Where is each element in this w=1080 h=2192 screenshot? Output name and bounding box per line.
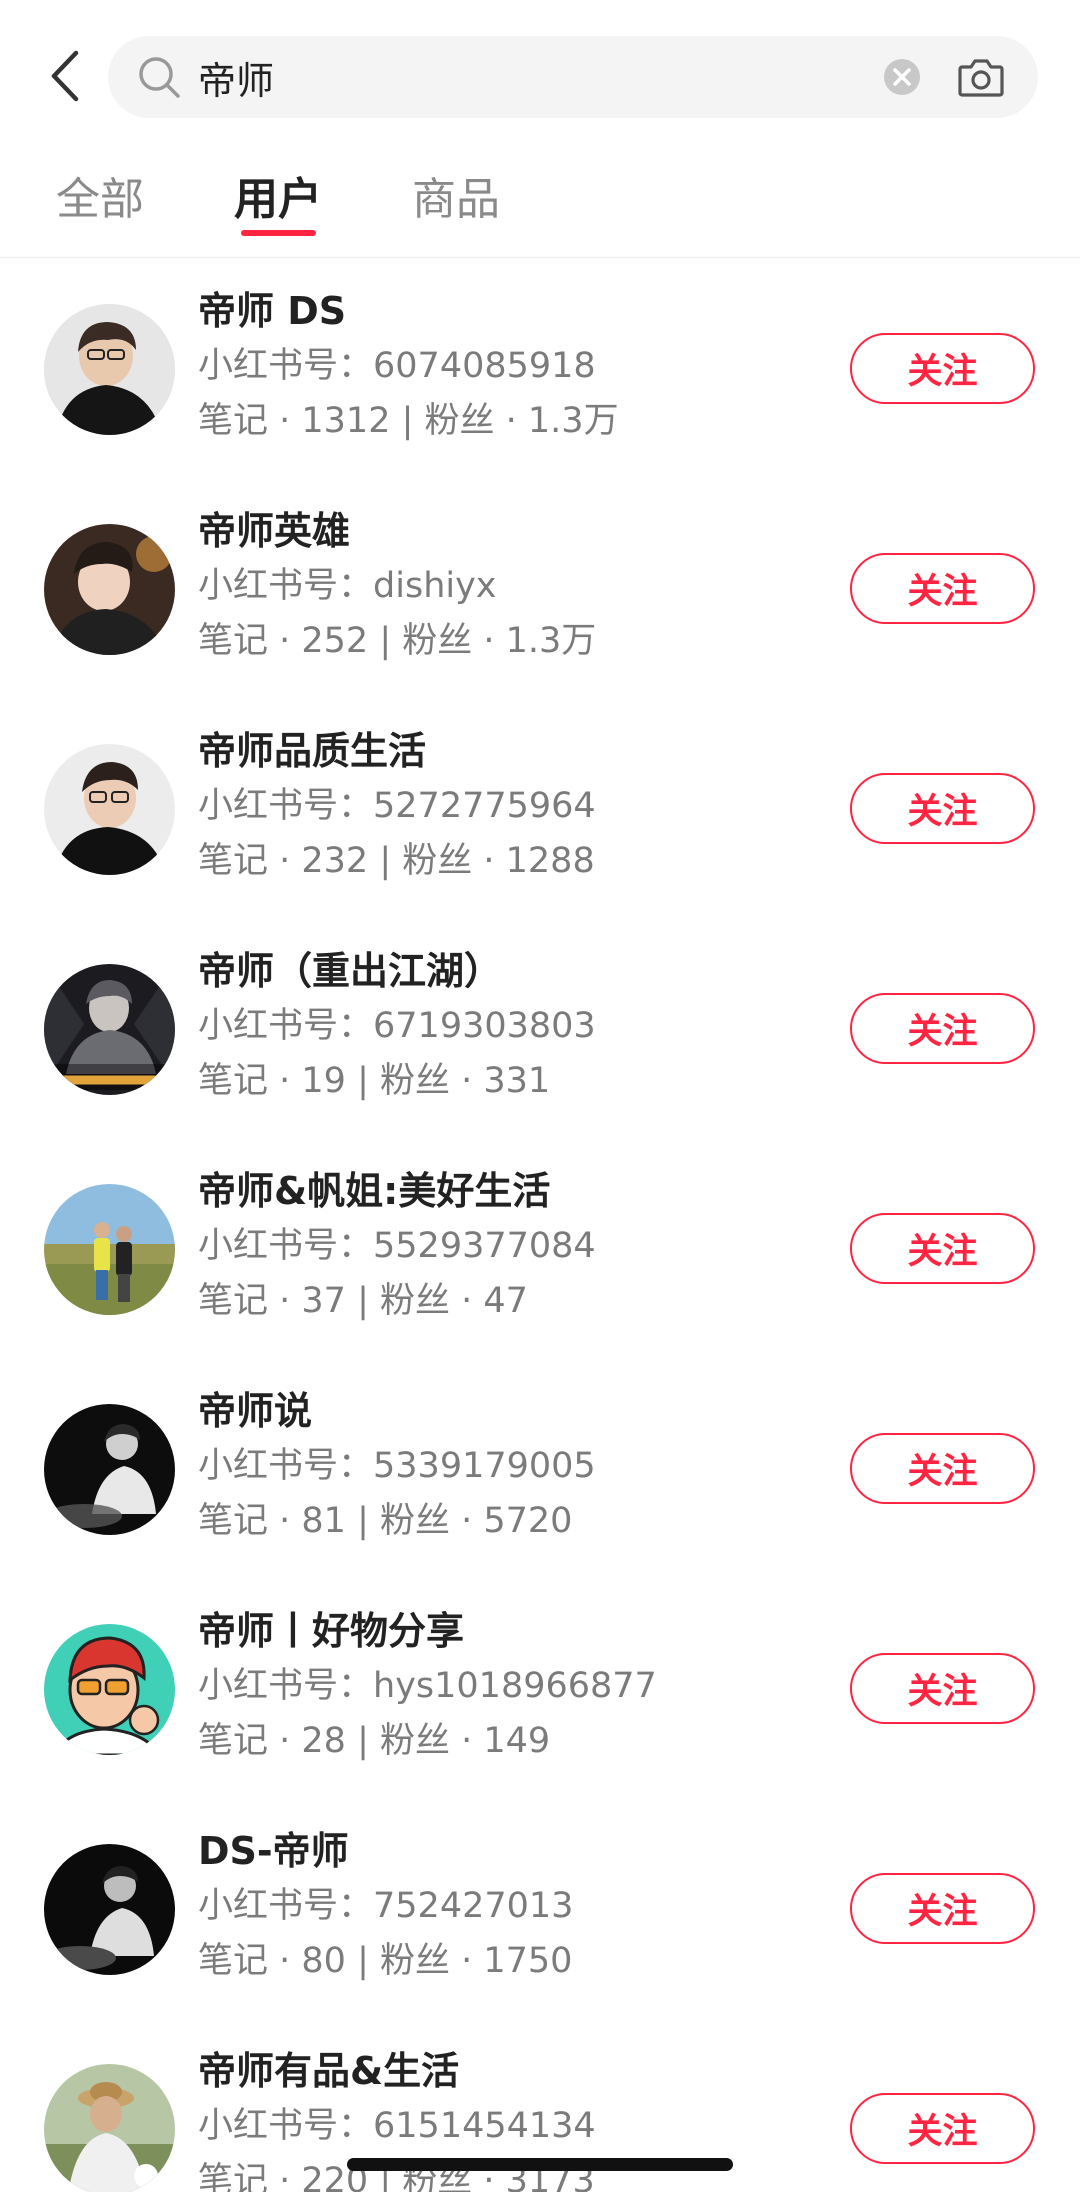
tab-all[interactable]: 全部 bbox=[56, 170, 144, 230]
user-name: 帝师 DS bbox=[198, 289, 347, 333]
tab-products[interactable]: 商品 bbox=[412, 170, 500, 230]
stats-line: 笔记 · 81 | 粉丝 · 5720 bbox=[198, 1501, 573, 1541]
stats-line: 笔记 · 28 | 粉丝 · 149 bbox=[198, 1721, 551, 1761]
user-list: 帝师 DS 小红书号：6074085918 笔记 · 1312 | 粉丝 · 1… bbox=[0, 258, 1080, 2192]
user-row[interactable]: 帝师 DS 小红书号：6074085918 笔记 · 1312 | 粉丝 · 1… bbox=[0, 258, 1080, 478]
notes-count: 37 bbox=[301, 1281, 346, 1321]
follow-button[interactable]: 关注 bbox=[850, 1653, 1035, 1724]
user-name: 帝师说 bbox=[198, 1389, 313, 1433]
redid-value: 6074085918 bbox=[373, 346, 596, 386]
user-name: 帝师（重出江湖） bbox=[198, 949, 503, 993]
notes-count: 252 bbox=[301, 621, 369, 661]
redid-line: 小红书号：6151454134 bbox=[198, 2106, 596, 2146]
user-row[interactable]: 帝师&帆姐:美好生活 小红书号：5529377084 笔记 · 37 | 粉丝 … bbox=[0, 1138, 1080, 1358]
redid-value: 5529377084 bbox=[373, 1226, 596, 1266]
user-name: 帝师&帆姐:美好生活 bbox=[198, 1169, 551, 1213]
redid-line: 小红书号：5529377084 bbox=[198, 1226, 596, 1266]
active-tab-indicator bbox=[241, 230, 316, 236]
user-name: 帝师英雄 bbox=[198, 509, 351, 553]
notes-count: 28 bbox=[301, 1721, 346, 1761]
back-button[interactable] bbox=[40, 45, 90, 107]
user-name: 帝师品质生活 bbox=[198, 729, 427, 773]
follow-button[interactable]: 关注 bbox=[850, 773, 1035, 844]
follow-button[interactable]: 关注 bbox=[850, 553, 1035, 624]
redid-line: 小红书号：5272775964 bbox=[198, 786, 596, 826]
search-header bbox=[0, 0, 1080, 150]
avatar[interactable] bbox=[44, 744, 175, 875]
search-icon bbox=[139, 57, 180, 98]
avatar[interactable] bbox=[44, 1404, 175, 1535]
redid-value: dishiyx bbox=[373, 566, 497, 606]
redid-value: hys1018966877 bbox=[373, 1666, 657, 1706]
avatar[interactable] bbox=[44, 1844, 175, 1975]
user-name: 帝师有品&生活 bbox=[198, 2049, 460, 2093]
follow-button[interactable]: 关注 bbox=[850, 1433, 1035, 1504]
notes-count: 19 bbox=[301, 1061, 346, 1101]
search-box[interactable] bbox=[108, 36, 1038, 118]
redid-value: 6151454134 bbox=[373, 2106, 596, 2146]
redid-line: 小红书号：hys1018966877 bbox=[198, 1666, 657, 1706]
fans-count: 149 bbox=[483, 1721, 551, 1761]
user-row[interactable]: 帝师英雄 小红书号：dishiyx 笔记 · 252 | 粉丝 · 1.3万 关… bbox=[0, 478, 1080, 698]
redid-value: 752427013 bbox=[373, 1886, 574, 1926]
fans-count: 1.3万 bbox=[527, 401, 619, 441]
camera-icon[interactable] bbox=[956, 52, 1006, 102]
home-indicator[interactable] bbox=[347, 2158, 733, 2171]
fans-count: 47 bbox=[483, 1281, 528, 1321]
redid-line: 小红书号：6719303803 bbox=[198, 1006, 596, 1046]
redid-value: 6719303803 bbox=[373, 1006, 596, 1046]
chevron-left-icon bbox=[51, 50, 79, 102]
avatar[interactable] bbox=[44, 304, 175, 435]
follow-button[interactable]: 关注 bbox=[850, 333, 1035, 404]
notes-count: 232 bbox=[301, 841, 369, 881]
fans-count: 1288 bbox=[505, 841, 595, 881]
redid-line: 小红书号：5339179005 bbox=[198, 1446, 596, 1486]
user-row[interactable]: 帝师（重出江湖） 小红书号：6719303803 笔记 · 19 | 粉丝 · … bbox=[0, 918, 1080, 1138]
follow-button[interactable]: 关注 bbox=[850, 1213, 1035, 1284]
stats-line: 笔记 · 232 | 粉丝 · 1288 bbox=[198, 841, 595, 881]
redid-line: 小红书号：dishiyx bbox=[198, 566, 497, 606]
tab-users[interactable]: 用户 bbox=[234, 170, 322, 230]
search-results-page: 全部 用户 商品 帝师 DS 小红书号：6074085918 笔记 · 131 bbox=[0, 0, 1080, 2192]
user-row[interactable]: DS-帝师 小红书号：752427013 笔记 · 80 | 粉丝 · 1750… bbox=[0, 1798, 1080, 2018]
fans-count: 1.3万 bbox=[505, 621, 597, 661]
avatar[interactable] bbox=[44, 964, 175, 1095]
user-row[interactable]: 帝师说 小红书号：5339179005 笔记 · 81 | 粉丝 · 5720 … bbox=[0, 1358, 1080, 1578]
redid-value: 5339179005 bbox=[373, 1446, 596, 1486]
stats-line: 笔记 · 252 | 粉丝 · 1.3万 bbox=[198, 621, 597, 661]
avatar[interactable] bbox=[44, 524, 175, 655]
stats-line: 笔记 · 19 | 粉丝 · 331 bbox=[198, 1061, 551, 1101]
follow-button[interactable]: 关注 bbox=[850, 1873, 1035, 1944]
fans-count: 1750 bbox=[483, 1941, 573, 1981]
user-row[interactable]: 帝师丨好物分享 小红书号：hys1018966877 笔记 · 28 | 粉丝 … bbox=[0, 1578, 1080, 1798]
user-name: DS-帝师 bbox=[198, 1829, 349, 1873]
stats-line: 笔记 · 80 | 粉丝 · 1750 bbox=[198, 1941, 573, 1981]
stats-line: 笔记 · 1312 | 粉丝 · 1.3万 bbox=[198, 401, 619, 441]
avatar[interactable] bbox=[44, 1624, 175, 1755]
search-input[interactable] bbox=[198, 36, 918, 118]
stats-line: 笔记 · 37 | 粉丝 · 47 bbox=[198, 1281, 528, 1321]
redid-line: 小红书号：752427013 bbox=[198, 1886, 574, 1926]
follow-button[interactable]: 关注 bbox=[850, 993, 1035, 1064]
fans-count: 331 bbox=[483, 1061, 551, 1101]
redid-line: 小红书号：6074085918 bbox=[198, 346, 596, 386]
avatar[interactable] bbox=[44, 2064, 175, 2192]
user-name: 帝师丨好物分享 bbox=[198, 1609, 465, 1653]
tab-bar: 全部 用户 商品 bbox=[0, 150, 1080, 258]
clear-circle-icon[interactable] bbox=[882, 57, 922, 97]
redid-value: 5272775964 bbox=[373, 786, 596, 826]
follow-button[interactable]: 关注 bbox=[850, 2093, 1035, 2164]
avatar[interactable] bbox=[44, 1184, 175, 1315]
user-row[interactable]: 帝师品质生活 小红书号：5272775964 笔记 · 232 | 粉丝 · 1… bbox=[0, 698, 1080, 918]
notes-count: 1312 bbox=[301, 401, 391, 441]
fans-count: 5720 bbox=[483, 1501, 573, 1541]
notes-count: 80 bbox=[301, 1941, 346, 1981]
notes-count: 81 bbox=[301, 1501, 346, 1541]
